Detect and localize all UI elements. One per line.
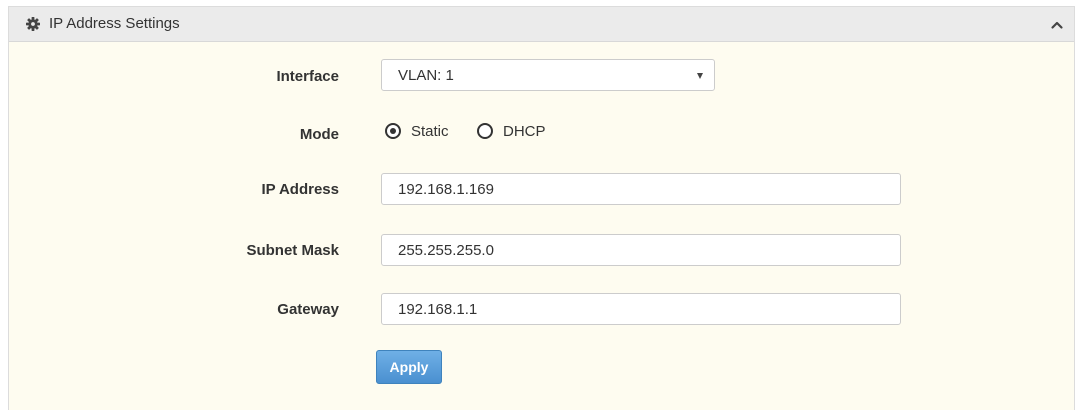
panel-title: IP Address Settings [49, 15, 180, 32]
radio-checked-dot [390, 128, 396, 134]
mode-dhcp-radio[interactable] [477, 123, 493, 139]
subnet-mask-label: Subnet Mask [246, 242, 339, 259]
apply-button[interactable]: Apply [376, 350, 442, 384]
ip-address-label: IP Address [261, 181, 339, 198]
gateway-input[interactable] [381, 293, 901, 325]
mode-label: Mode [299, 126, 339, 143]
mode-static-label[interactable]: Static [411, 123, 449, 140]
ip-address-input[interactable] [381, 173, 901, 205]
gear-icon [26, 17, 40, 31]
subnet-mask-input[interactable] [381, 234, 901, 266]
mode-dhcp-label[interactable]: DHCP [503, 123, 546, 140]
caret-down-icon [697, 73, 703, 79]
panel-header: IP Address Settings [9, 7, 1074, 42]
ip-address-settings-panel: IP Address Settings Interface VLAN: 1 Mo… [8, 6, 1075, 410]
interface-select-value: VLAN: 1 [398, 67, 454, 84]
chevron-up-icon[interactable] [1050, 19, 1064, 31]
gateway-label: Gateway [277, 301, 339, 318]
interface-select[interactable]: VLAN: 1 [381, 59, 715, 91]
mode-static-radio[interactable] [385, 123, 401, 139]
interface-label: Interface [276, 68, 339, 85]
